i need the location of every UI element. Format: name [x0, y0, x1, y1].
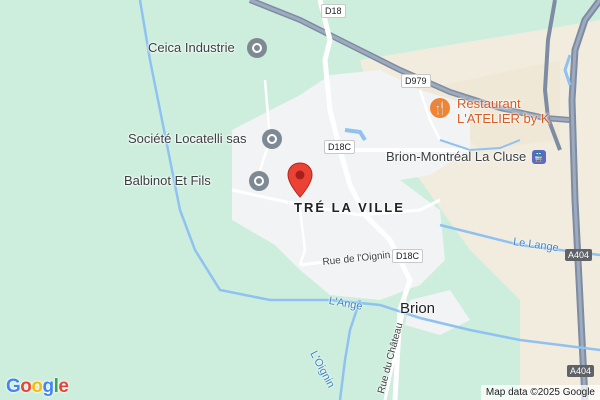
fork-knife-icon[interactable]: 🍴 — [430, 98, 450, 118]
logo-letter: o — [31, 376, 43, 397]
station-label[interactable]: Brion-Montréal La Cluse — [386, 149, 526, 164]
map-attribution[interactable]: Map data ©2025 Google — [480, 385, 600, 400]
place-label-tre-la-ville: TRÉ LA VILLE — [294, 200, 405, 215]
logo-letter: g — [42, 376, 55, 397]
google-logo: Google — [6, 376, 69, 398]
road-shield-d18c-south: D18C — [392, 249, 424, 263]
restaurant-label-line2[interactable]: L'ATELIER by K — [457, 111, 550, 126]
poi-circle-icon[interactable] — [247, 38, 267, 58]
poi-label-ceica-industrie[interactable]: Ceica Industrie — [148, 40, 235, 55]
restaurant-label-line1[interactable]: Restaurant — [457, 96, 521, 111]
road-shield-d979: D979 — [401, 74, 431, 88]
logo-letter: o — [20, 376, 32, 397]
road-shield-a404-south: A404 — [567, 365, 595, 377]
poi-circle-icon[interactable] — [262, 129, 282, 149]
logo-letter: e — [58, 376, 69, 397]
logo-letter: G — [6, 376, 21, 397]
road-shield-d18c-north: D18C — [324, 140, 356, 154]
road-shield-d18: D18 — [321, 4, 346, 18]
poi-circle-icon[interactable] — [249, 171, 269, 191]
poi-label-societe-locatelli[interactable]: Société Locatelli sas — [128, 131, 247, 146]
place-label-brion[interactable]: Brion — [400, 300, 435, 317]
map-canvas[interactable]: Ceica Industrie Société Locatelli sas Ba… — [0, 0, 600, 400]
train-station-icon[interactable]: 🚆 — [532, 150, 546, 164]
road-shield-a404-north: A404 — [565, 249, 593, 261]
poi-label-balbinot-et-fils[interactable]: Balbinot Et Fils — [124, 173, 211, 188]
map-data-text[interactable]: Map data ©2025 Google — [486, 387, 595, 398]
location-pin-icon[interactable] — [287, 162, 313, 198]
